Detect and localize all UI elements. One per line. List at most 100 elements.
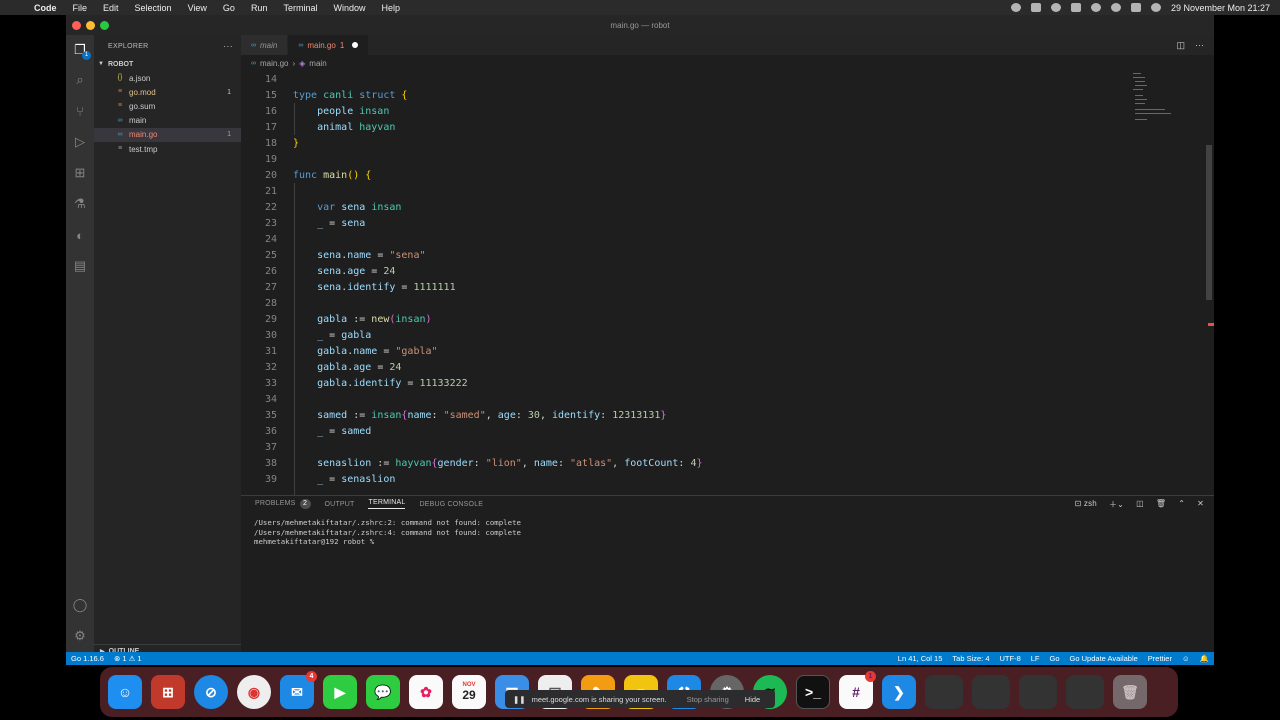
- stop-sharing-button[interactable]: Stop sharing: [687, 695, 729, 704]
- breadcrumb-file[interactable]: main.go: [260, 59, 288, 68]
- minimized-window-thumbnail[interactable]: [925, 675, 963, 709]
- tab-debug-console[interactable]: DEBUG CONSOLE: [419, 501, 483, 508]
- minimized-window-thumbnail[interactable]: [1066, 675, 1104, 709]
- source-control-icon[interactable]: ⑂: [71, 102, 89, 120]
- slack-icon[interactable]: #1: [839, 671, 876, 709]
- zoom-window-button[interactable]: [100, 20, 109, 30]
- encoding[interactable]: UTF-8: [995, 654, 1026, 663]
- language-mode[interactable]: Go: [1045, 654, 1065, 663]
- new-terminal-icon[interactable]: ＋⌄: [1109, 499, 1124, 510]
- file-item-go-sum[interactable]: ≡ go.sum: [94, 99, 241, 113]
- code-line: 15 type canli struct {: [241, 87, 408, 103]
- file-item-test-tmp[interactable]: ≡ test.tmp: [94, 142, 241, 156]
- breadcrumb-symbol[interactable]: main: [309, 59, 326, 68]
- prettier-status[interactable]: Prettier: [1143, 654, 1177, 663]
- tab-output[interactable]: OUTPUT: [325, 501, 355, 508]
- menu-file[interactable]: File: [65, 3, 96, 13]
- split-editor-icon[interactable]: ◫: [1176, 40, 1185, 51]
- trash-icon[interactable]: 🗑: [1113, 675, 1147, 709]
- safari-icon[interactable]: ⊘: [194, 675, 228, 709]
- trash-icon[interactable]: 🗑: [1156, 499, 1166, 510]
- file-item-main[interactable]: ∞ main: [94, 114, 241, 128]
- facetime-icon[interactable]: ▶: [323, 675, 357, 709]
- bell-icon[interactable]: 🔔: [1195, 654, 1214, 663]
- more-actions-icon[interactable]: ···: [223, 41, 233, 51]
- end-of-line[interactable]: LF: [1026, 654, 1045, 663]
- split-terminal-icon[interactable]: ◫: [1136, 499, 1144, 510]
- siri-icon[interactable]: [1150, 3, 1161, 12]
- minimap[interactable]: [1131, 71, 1201, 131]
- menu-view[interactable]: View: [180, 3, 215, 13]
- docker-icon[interactable]: ▤: [71, 257, 89, 275]
- docker-icon[interactable]: [1030, 3, 1041, 12]
- menu-selection[interactable]: Selection: [127, 3, 180, 13]
- chrome-icon[interactable]: ◉: [237, 675, 271, 709]
- spotlight-search-icon[interactable]: [1110, 3, 1121, 12]
- calendar-icon[interactable]: NOV 29: [452, 675, 486, 709]
- file-item-main-go[interactable]: ∞ main.go 1: [94, 127, 241, 142]
- file-item-a-json[interactable]: {} a.json: [94, 71, 241, 85]
- go-update-status[interactable]: Go Update Available: [1065, 654, 1143, 663]
- terminal-output[interactable]: /Users/mehmetakiftatar/.zshrc:2: command…: [241, 512, 1214, 547]
- menubar-clock[interactable]: 29 November Mon 21:27: [1171, 3, 1270, 13]
- mail-badge: 4: [306, 671, 317, 682]
- battery-icon[interactable]: [1070, 3, 1081, 12]
- mail-icon[interactable]: ✉ 4: [280, 671, 317, 709]
- extensions-icon[interactable]: ⊞: [71, 164, 89, 182]
- control-center-icon[interactable]: [1130, 3, 1141, 12]
- terminal-line: /Users/mehmetakiftatar/.zshrc:2: command…: [254, 518, 521, 527]
- remote-icon[interactable]: ◐: [71, 226, 89, 244]
- menu-edit[interactable]: Edit: [95, 3, 127, 13]
- menu-run[interactable]: Run: [243, 3, 276, 13]
- close-window-button[interactable]: [72, 20, 81, 30]
- run-debug-icon[interactable]: ▷: [71, 133, 89, 151]
- menu-window[interactable]: Window: [325, 3, 373, 13]
- code-text: }: [293, 137, 300, 149]
- account-icon[interactable]: ◯: [71, 596, 89, 614]
- panel-actions: ⊡ zsh ＋⌄ ◫ 🗑 ⌃ ✕: [1075, 499, 1214, 510]
- terminal-icon[interactable]: >_: [796, 675, 830, 709]
- line-number: 39: [264, 473, 277, 485]
- menu-help[interactable]: Help: [373, 3, 408, 13]
- record-icon[interactable]: [1010, 3, 1021, 12]
- status-bar: Go 1.16.6 ⊗ 1 ⚠ 1 Ln 41, Col 15 Tab Size…: [66, 652, 1214, 665]
- play-icon[interactable]: [1050, 3, 1061, 12]
- tab-problems[interactable]: PROBLEMS 2: [255, 499, 311, 509]
- tab-size[interactable]: Tab Size: 4: [947, 654, 994, 663]
- photos-icon[interactable]: ✿: [409, 675, 443, 709]
- vertical-scrollbar[interactable]: [1206, 145, 1212, 300]
- tab-main[interactable]: ∞ main: [241, 35, 289, 55]
- search-icon[interactable]: ⌕: [71, 71, 89, 89]
- minimized-window-thumbnail[interactable]: [1019, 675, 1057, 709]
- more-actions-icon[interactable]: ···: [1195, 40, 1204, 50]
- feedback-icon[interactable]: ☺: [1177, 654, 1195, 663]
- explorer-icon[interactable]: ❐ 1: [71, 41, 91, 60]
- code-line: 26 sena.age = 24: [241, 263, 395, 279]
- minimize-window-button[interactable]: [86, 20, 95, 30]
- chevron-up-icon[interactable]: ⌃: [1178, 499, 1185, 510]
- menu-go[interactable]: Go: [215, 3, 243, 13]
- close-icon[interactable]: ✕: [1197, 499, 1204, 510]
- line-number: 37: [264, 441, 277, 453]
- wifi-icon[interactable]: [1090, 3, 1101, 12]
- menu-app[interactable]: Code: [26, 3, 65, 13]
- cursor-position[interactable]: Ln 41, Col 15: [893, 654, 948, 663]
- file-item-go-mod[interactable]: ≡ go.mod 1: [94, 85, 241, 99]
- tab-main-go[interactable]: ∞ main.go 1: [288, 35, 370, 55]
- messages-icon[interactable]: 💬: [366, 675, 400, 709]
- folder-robot[interactable]: ▼ ROBOT: [94, 57, 241, 71]
- tab-terminal[interactable]: TERMINAL: [368, 499, 406, 509]
- vscode-icon[interactable]: ❯: [882, 675, 916, 709]
- testing-icon[interactable]: ⚗: [71, 195, 89, 213]
- terminal-shell-selector[interactable]: ⊡ zsh: [1075, 499, 1097, 510]
- finder-icon[interactable]: ☺: [108, 675, 142, 709]
- launchpad-icon[interactable]: ⊞: [151, 675, 185, 709]
- go-version-status[interactable]: Go 1.16.6: [66, 654, 109, 663]
- settings-gear-icon[interactable]: ⚙: [71, 627, 89, 645]
- minimized-window-thumbnail[interactable]: [972, 675, 1010, 709]
- menu-terminal[interactable]: Terminal: [275, 3, 325, 13]
- unsaved-dot-icon[interactable]: [352, 42, 359, 48]
- problems-status[interactable]: ⊗ 1 ⚠ 1: [109, 654, 147, 663]
- code-editor[interactable]: 14 15 type canli struct { 16 people insan…: [241, 71, 1131, 495]
- hide-banner-button[interactable]: Hide: [745, 695, 760, 704]
